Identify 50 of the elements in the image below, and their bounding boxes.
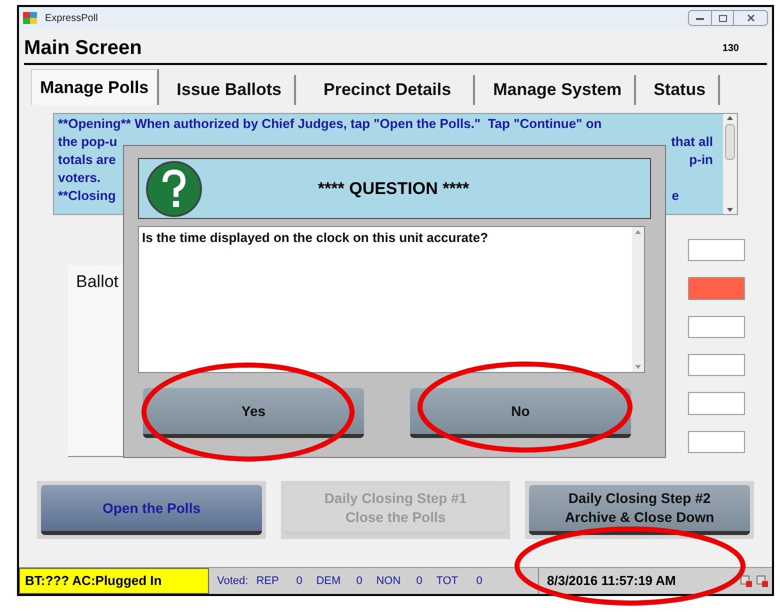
input-field[interactable] — [688, 316, 745, 338]
party-label: REP — [256, 574, 280, 589]
vote-count: 0 — [476, 574, 484, 589]
input-field[interactable] — [688, 430, 745, 453]
instruction-text: that all — [671, 133, 713, 151]
tab[interactable]: Issue Ballots — [164, 75, 296, 105]
vote-count: 0 — [416, 574, 424, 589]
input-field[interactable] — [688, 239, 745, 262]
instruction-text: p-in — [689, 151, 713, 169]
action-button[interactable]: Daily Closing Step #2 Archive & Close Down — [529, 485, 750, 535]
instruction-text: totals are — [58, 151, 116, 169]
instruction-text: **Closing — [58, 187, 116, 205]
maximize-icon — [718, 14, 726, 22]
dialog-message: Is the time displayed on the clock on this unit accurate? — [141, 229, 490, 247]
scroll-up-icon — [727, 116, 733, 120]
party-label: TOT — [436, 574, 459, 589]
close-icon — [746, 14, 754, 22]
screen-title: Main Screen — [24, 36, 142, 61]
input-field[interactable] — [688, 277, 745, 300]
scroll-thumb[interactable] — [725, 124, 735, 160]
dialog-title: **** QUESTION **** — [316, 178, 470, 200]
screen-number: 130 — [722, 42, 739, 56]
dialog-button[interactable]: Yes — [143, 388, 364, 438]
tab[interactable]: Manage Polls — [31, 69, 159, 105]
scroll-down-icon — [635, 365, 641, 369]
minimize-icon — [696, 16, 704, 20]
scrollbar[interactable] — [632, 227, 644, 372]
scrollbar[interactable] — [723, 114, 737, 214]
instruction-text: the pop-u — [58, 133, 118, 151]
panel-label: Ballot — [76, 272, 119, 291]
dialog-button[interactable]: No — [410, 388, 631, 438]
tab[interactable]: Status — [642, 75, 720, 105]
instruction-text: e — [672, 187, 679, 205]
vote-count: 0 — [356, 574, 364, 589]
date-time: 8/3/2016 11:57:19 AM — [546, 572, 676, 590]
input-field[interactable] — [688, 354, 745, 376]
instruction-text: **Opening** When authorized by Chief Judges, tap "Open the Polls." Tap "Continue" on — [58, 115, 602, 133]
scroll-up-icon — [635, 230, 641, 234]
app-icon — [23, 12, 37, 24]
party-label: NON — [376, 574, 402, 589]
party-label: DEM — [316, 574, 342, 589]
vote-count: 0 — [296, 574, 304, 589]
scroll-down-icon — [727, 208, 733, 212]
input-field[interactable] — [688, 392, 745, 415]
instruction-text: voters. — [58, 169, 101, 187]
power-status: BT:??? AC:Plugged In — [19, 568, 209, 594]
tab[interactable]: Precinct Details — [302, 75, 476, 105]
tab[interactable]: Manage System — [481, 75, 636, 105]
window-title: ExpressPoll — [45, 12, 98, 26]
voted-label: Voted: — [217, 574, 248, 589]
